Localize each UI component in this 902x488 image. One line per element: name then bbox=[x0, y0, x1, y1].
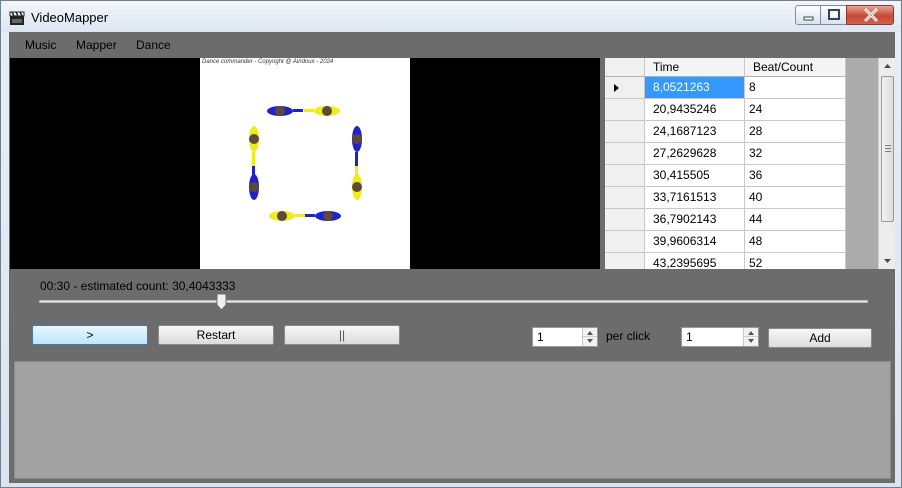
add-button[interactable]: Add bbox=[768, 328, 872, 348]
maximize-button[interactable] bbox=[820, 5, 847, 25]
time-cell[interactable]: 20,9435246 bbox=[645, 99, 745, 121]
scroll-up-icon[interactable] bbox=[879, 58, 895, 75]
dance-formation-diagram bbox=[249, 106, 362, 221]
stepper-up-icon[interactable] bbox=[744, 328, 758, 337]
app-window: VideoMapper Music Mapper Dance Dance com… bbox=[0, 0, 902, 488]
menu-mapper[interactable]: Mapper bbox=[76, 38, 117, 52]
row-selector[interactable] bbox=[605, 209, 645, 231]
table-row[interactable]: 43,2395695 52 bbox=[605, 253, 846, 269]
restart-button[interactable]: Restart bbox=[158, 325, 274, 345]
minimize-icon bbox=[803, 16, 814, 21]
dancer-right-bottom bbox=[352, 166, 362, 200]
time-cell[interactable]: 8,0521263 bbox=[645, 77, 745, 99]
beat-cell[interactable]: 52 bbox=[745, 253, 846, 269]
time-cell[interactable]: 33,7161513 bbox=[645, 187, 745, 209]
row-selector[interactable] bbox=[605, 165, 645, 187]
minimize-button[interactable] bbox=[795, 5, 821, 25]
video-panel[interactable]: Dance commander - Copyright @ Aindoux - … bbox=[10, 58, 600, 269]
table-row[interactable]: 24,1687123 28 bbox=[605, 121, 846, 143]
beat-cell[interactable]: 40 bbox=[745, 187, 846, 209]
row-selector[interactable] bbox=[605, 231, 645, 253]
seek-slider-track[interactable] bbox=[39, 300, 868, 303]
row-selector[interactable] bbox=[605, 121, 645, 143]
row-selector[interactable] bbox=[605, 143, 645, 165]
table-row[interactable]: 39,9606314 48 bbox=[605, 231, 846, 253]
dancer-top-right bbox=[304, 106, 340, 116]
menu-bar: Music Mapper Dance bbox=[9, 32, 895, 57]
playback-status: 00:30 - estimated count: 30,4043333 bbox=[40, 279, 236, 293]
menu-music[interactable]: Music bbox=[25, 38, 56, 52]
beat-cell[interactable]: 8 bbox=[745, 77, 846, 99]
table-row[interactable]: 36,7902143 44 bbox=[605, 209, 846, 231]
column-header-time[interactable]: Time bbox=[645, 58, 745, 77]
count-stepper[interactable]: 1 bbox=[532, 327, 598, 347]
column-header-beat[interactable]: Beat/Count bbox=[745, 58, 846, 77]
beat-cell[interactable]: 44 bbox=[745, 209, 846, 231]
video-frame: Dance commander - Copyright @ Aindoux - … bbox=[200, 58, 410, 269]
grip-icon bbox=[885, 145, 891, 152]
time-cell[interactable]: 30,415505 bbox=[645, 165, 745, 187]
time-cell[interactable]: 39,9606314 bbox=[645, 231, 745, 253]
play-button[interactable]: > bbox=[32, 325, 148, 345]
pause-button[interactable]: || bbox=[284, 325, 400, 345]
beat-cell[interactable]: 24 bbox=[745, 99, 846, 121]
row-selector[interactable] bbox=[605, 187, 645, 209]
beat-cell[interactable]: 28 bbox=[745, 121, 846, 143]
grid-header: Time Beat/Count bbox=[605, 58, 846, 77]
beat-stepper[interactable]: 1 bbox=[681, 327, 759, 347]
stepper-arrows bbox=[743, 328, 758, 346]
menu-dance[interactable]: Dance bbox=[136, 38, 171, 52]
grid-scrollbar[interactable] bbox=[878, 58, 895, 269]
beat-grid[interactable]: Time Beat/Count 8,0521263 8 20,9435246 2… bbox=[605, 58, 895, 269]
time-cell[interactable]: 27,2629628 bbox=[645, 143, 745, 165]
stepper-up-icon[interactable] bbox=[583, 328, 597, 337]
table-row[interactable]: 20,9435246 24 bbox=[605, 99, 846, 121]
dancer-bottom-left bbox=[269, 211, 305, 221]
per-click-label: per click bbox=[606, 329, 651, 343]
stepper-down-icon[interactable] bbox=[583, 337, 597, 346]
maximize-icon bbox=[828, 9, 840, 20]
stepper-down-icon[interactable] bbox=[744, 337, 758, 346]
beat-cell[interactable]: 48 bbox=[745, 231, 846, 253]
title-bar[interactable]: VideoMapper bbox=[1, 1, 901, 32]
dancer-left-bottom bbox=[249, 166, 259, 200]
close-button[interactable] bbox=[846, 5, 894, 25]
beat-cell[interactable]: 36 bbox=[745, 165, 846, 187]
row-selector[interactable] bbox=[605, 253, 645, 269]
dancer-right-top bbox=[352, 126, 362, 166]
output-panel[interactable] bbox=[14, 361, 891, 479]
beat-stepper-value[interactable]: 1 bbox=[686, 330, 693, 344]
scroll-down-icon[interactable] bbox=[879, 252, 895, 269]
time-cell[interactable]: 43,2395695 bbox=[645, 253, 745, 269]
count-stepper-value[interactable]: 1 bbox=[537, 330, 544, 344]
seek-slider-thumb[interactable] bbox=[216, 293, 227, 311]
row-header-corner bbox=[605, 58, 645, 77]
dancer-left-top bbox=[249, 126, 259, 166]
dancer-top-left bbox=[267, 106, 303, 116]
stepper-arrows bbox=[582, 328, 597, 346]
row-selector[interactable] bbox=[605, 99, 645, 121]
grid-body: Time Beat/Count 8,0521263 8 20,9435246 2… bbox=[605, 58, 878, 269]
time-cell[interactable]: 36,7902143 bbox=[645, 209, 745, 231]
window-title: VideoMapper bbox=[31, 10, 109, 25]
clapperboard-icon bbox=[9, 11, 25, 25]
table-row[interactable]: 8,0521263 8 bbox=[605, 77, 846, 99]
close-icon bbox=[864, 8, 878, 22]
row-selector[interactable] bbox=[605, 77, 645, 99]
table-row[interactable]: 33,7161513 40 bbox=[605, 187, 846, 209]
time-cell[interactable]: 24,1687123 bbox=[645, 121, 745, 143]
table-row[interactable]: 30,415505 36 bbox=[605, 165, 846, 187]
beat-cell[interactable]: 32 bbox=[745, 143, 846, 165]
table-row[interactable]: 27,2629628 32 bbox=[605, 143, 846, 165]
dancer-bottom-right bbox=[305, 211, 341, 221]
scrollbar-thumb[interactable] bbox=[881, 76, 894, 222]
client-area: Music Mapper Dance Dance commander - Cop… bbox=[9, 32, 895, 483]
current-row-icon bbox=[614, 84, 619, 92]
